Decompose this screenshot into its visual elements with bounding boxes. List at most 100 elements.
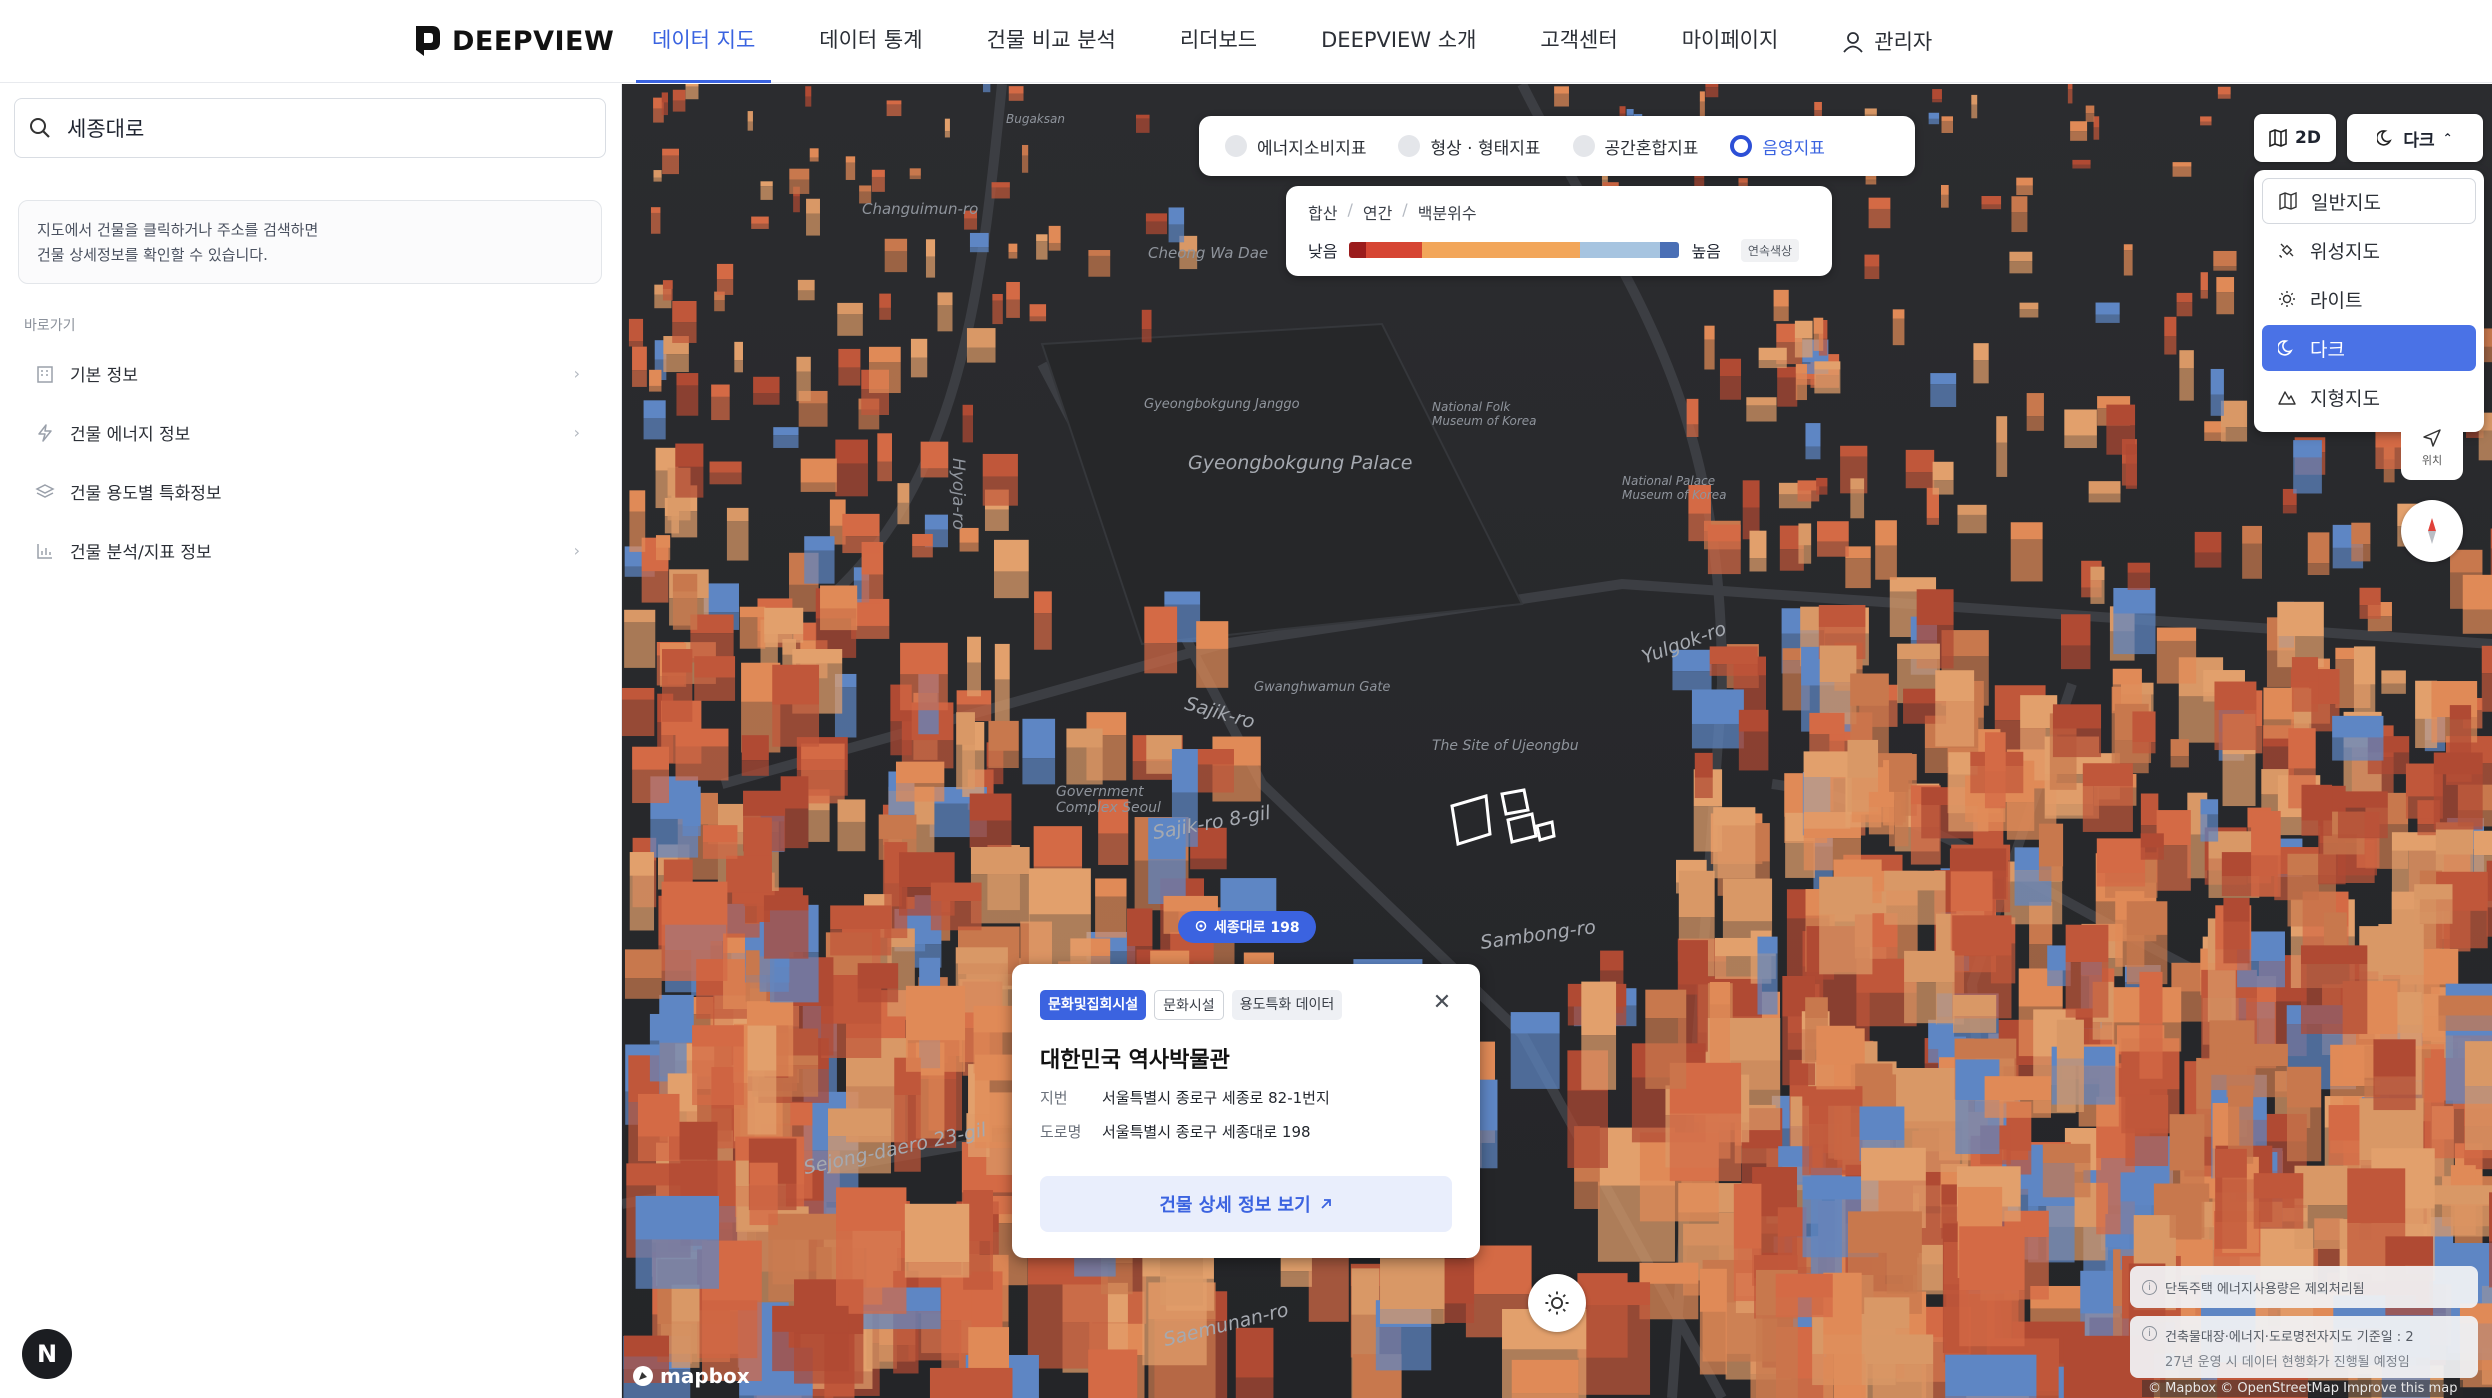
building-wall (676, 385, 699, 416)
tab-energy-index[interactable]: 에너지소비지표 (1209, 124, 1382, 168)
building-roof (2462, 574, 2492, 610)
style-option-light[interactable]: 라이트 (2262, 276, 2476, 322)
building-wall (925, 256, 936, 278)
search-input[interactable] (67, 116, 567, 140)
building-wall (877, 461, 892, 482)
compass-button[interactable] (2401, 500, 2463, 562)
building-roof (1794, 320, 1813, 339)
building-wall (2056, 1058, 2084, 1113)
style-option-satellite[interactable]: 위성지도 (2262, 227, 2476, 273)
compass-icon (2428, 518, 2436, 544)
building-roof (2016, 177, 2033, 186)
building-wall (2351, 544, 2371, 562)
legend-continuous-chip[interactable]: 연속색상 (1740, 238, 1800, 262)
map-attribution[interactable]: © Mapbox © OpenStreetMap Improve this ma… (2142, 1380, 2464, 1397)
building-wall (1775, 1297, 1833, 1318)
building-wall (2164, 336, 2177, 355)
building-roof (1600, 950, 1624, 971)
building-roof (884, 238, 908, 252)
building-wall (663, 354, 689, 373)
building-name: 대한민국 역사박물관 (1040, 1048, 1230, 1073)
nav-building-compare[interactable]: 건물 비교 분석 (955, 0, 1148, 83)
building-wall (868, 362, 901, 394)
sun-icon (1545, 1291, 1569, 1315)
building-roof (2169, 1114, 2205, 1171)
legend-crumb[interactable]: 백분위수 (1418, 200, 1477, 224)
building-wall (2127, 572, 2151, 590)
search-box[interactable] (14, 98, 606, 158)
close-icon[interactable]: ✕ (1430, 990, 1454, 1015)
building-roof (955, 947, 1008, 964)
style-option-terrain[interactable]: 지형지도 (2262, 374, 2476, 420)
building-roof (1163, 895, 1218, 912)
address-pin[interactable]: 세종대로 198 (1178, 911, 1316, 943)
map-style-button[interactable]: 다크 ⌃ (2347, 114, 2483, 162)
building-roof (2085, 105, 2095, 114)
nav-support[interactable]: 고객센터 (1508, 0, 1649, 83)
building-roof (879, 293, 891, 308)
building-wall (622, 699, 655, 737)
building-roof (2351, 522, 2371, 545)
building-roof (2064, 409, 2097, 436)
building-wall (1816, 486, 1828, 495)
building-roof (2450, 549, 2483, 573)
building-roof (800, 458, 837, 483)
nav-user[interactable]: 관리자 (1810, 0, 1964, 83)
building-roof (753, 376, 780, 394)
nav-data-map[interactable]: 데이터 지도 (620, 0, 787, 83)
building-roof (1845, 546, 1871, 559)
nav-mypage[interactable]: 마이페이지 (1650, 0, 1811, 83)
menu-analysis-info[interactable]: 건물 분석/지표 정보 › (18, 521, 602, 580)
building-roof (2065, 924, 2109, 963)
map-icon (2279, 192, 2297, 210)
building-wall (2060, 645, 2091, 670)
tab-shadow-index[interactable]: 음영지표 (1714, 124, 1841, 168)
building-roof (859, 185, 872, 192)
data-notice-1: i 단독주택 에너지사용량은 제외처리됨 (2130, 1266, 2478, 1308)
style-option-general[interactable]: 일반지도 (2262, 178, 2476, 224)
building-roof (2226, 1043, 2288, 1067)
jibun-key: 지번 (1040, 1089, 1068, 1107)
building-wall (2093, 127, 2100, 140)
building-wall (2200, 290, 2208, 299)
building-roof (2112, 668, 2142, 685)
logo-text: DEEPVIEW (452, 25, 615, 57)
building-detail-button[interactable]: 건물 상세 정보 보기 (1040, 1176, 1452, 1232)
n-badge[interactable]: N (22, 1329, 72, 1379)
tab-shape-index[interactable]: 형상 · 형태지표 (1382, 124, 1556, 168)
nav-about[interactable]: DEEPVIEW 소개 (1289, 0, 1508, 83)
building-wall (1805, 446, 1821, 460)
building-roof (792, 649, 843, 664)
view-2d-button[interactable]: 2D (2254, 114, 2336, 162)
building-wall (994, 679, 1010, 727)
tab-space-mix-index[interactable]: 공간혼합지표 (1557, 124, 1715, 168)
building-wall (773, 435, 799, 448)
nav-data-stats[interactable]: 데이터 통계 (787, 0, 954, 83)
building-wall (2210, 394, 2224, 416)
building-roof (2011, 196, 2028, 213)
shadow-sun-button[interactable] (1528, 1274, 1586, 1332)
mapbox-logo[interactable]: mapbox (632, 1364, 750, 1388)
menu-energy-info[interactable]: 건물 에너지 정보 › (18, 403, 602, 462)
legend-crumb[interactable]: 연간 (1363, 200, 1392, 224)
building-roof (2060, 614, 2091, 646)
locate-button[interactable]: 위치 (2401, 416, 2463, 480)
building-wall (2253, 1198, 2304, 1229)
building-roof (2216, 277, 2235, 293)
building-wall (1823, 1334, 1862, 1398)
legend-low-label: 낮음 (1308, 242, 1338, 261)
menu-usage-info[interactable]: 건물 용도별 특화정보 (18, 462, 602, 521)
popup-tags: 문화및집회시설 문화시설 용도특화 데이터 (1040, 990, 1452, 1020)
menu-basic-info[interactable]: 기본 정보 › (18, 344, 602, 403)
style-option-dark[interactable]: 다크 (2262, 325, 2476, 371)
building-wall (1817, 541, 1849, 557)
deepview-logo[interactable]: DEEPVIEW (412, 22, 614, 60)
building-roof (1850, 673, 1889, 706)
building-roof (1889, 759, 1909, 793)
map-canvas[interactable]: Changuimun-ro Bugaksan Cheong Wa Dae Gye… (622, 84, 2492, 1398)
nav-leaderboard[interactable]: 리더보드 (1148, 0, 1289, 83)
map-label: Gwanghwamun Gate (1254, 680, 1391, 695)
legend-crumb[interactable]: 합산 (1308, 200, 1337, 224)
map-label: Cheong Wa Dae (1148, 244, 1269, 262)
building-roof (842, 513, 880, 537)
